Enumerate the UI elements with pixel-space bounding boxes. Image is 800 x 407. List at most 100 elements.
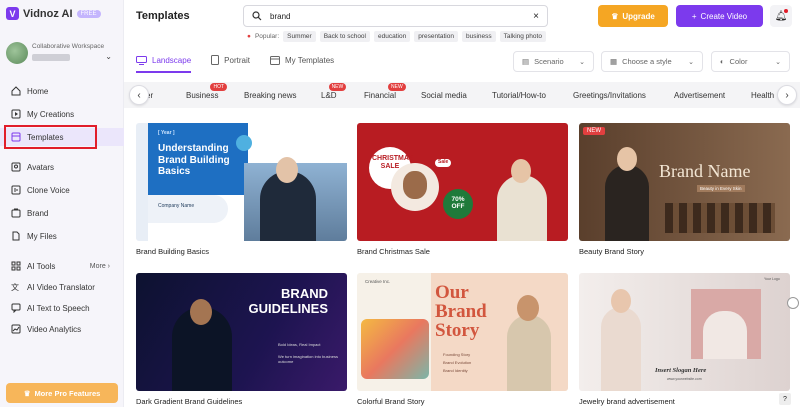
app-brand[interactable]: V Vidnoz AI FREE — [6, 7, 101, 20]
chevron-down-icon: ⌄ — [579, 58, 585, 66]
avatar-head — [517, 295, 539, 321]
color-dropdown[interactable]: ◐ Color ⌄ — [711, 51, 790, 72]
style-icon: ▦ — [610, 57, 618, 66]
style-dropdown[interactable]: ▦ Choose a style ⌄ — [601, 51, 703, 72]
avatar-head — [276, 157, 298, 183]
template-thumbnail[interactable]: [ Year ] Understanding Brand Building Ba… — [136, 123, 347, 241]
template-thumbnail[interactable]: Your Logo Insert Slogan Here www.yourweb… — [579, 273, 790, 391]
template-thumbnail[interactable]: CHRISTMAS SALE Sale 70% OFF — [357, 123, 568, 241]
new-badge: NEW — [388, 83, 406, 91]
workspace-switcher[interactable]: Collaborative Workspace ⌄ — [6, 42, 118, 68]
sidebar-item-ai-text-to-speech[interactable]: AI Text to Speech — [0, 299, 124, 317]
folder-icon — [269, 55, 280, 65]
notification-dot — [784, 9, 788, 13]
thumb-subtitle: www.yourwebsite.com — [667, 377, 702, 381]
sidebar-item-my-creations[interactable]: My Creations — [0, 105, 124, 123]
sidebar-item-label: Clone Voice — [27, 185, 70, 195]
search-input[interactable]: brand × — [243, 5, 548, 27]
category-item[interactable]: Business HOT — [186, 83, 228, 100]
avatar-head — [511, 159, 531, 183]
clear-search-icon[interactable]: × — [533, 11, 539, 22]
popular-tag[interactable]: Summer — [283, 31, 316, 42]
help-button[interactable]: ? — [779, 393, 791, 405]
category-item[interactable]: L&D NEW — [321, 83, 347, 100]
sidebar-item-avatars[interactable]: Avatars — [0, 158, 124, 176]
category-item[interactable]: Tutorial/How-to — [492, 91, 546, 100]
pro-label: More Pro Features — [34, 388, 101, 398]
category-scroll-right-button[interactable]: › — [777, 85, 797, 105]
sidebar-item-label: My Files — [27, 231, 57, 241]
template-caption: Dark Gradient Brand Guidelines — [136, 397, 243, 406]
sidebar-item-my-files[interactable]: My Files — [0, 227, 124, 245]
landscape-icon — [136, 55, 147, 65]
template-thumbnail[interactable]: Creative Inc. Our Brand Story Founding S… — [357, 273, 568, 391]
sidebar-item-video-analytics[interactable]: Video Analytics — [0, 320, 124, 338]
category-scroll-left-button[interactable]: ‹ — [129, 85, 149, 105]
popular-tag[interactable]: Back to school — [319, 31, 370, 42]
sidebar: V Vidnoz AI FREE Collaborative Workspace… — [0, 0, 124, 407]
template-thumbnail[interactable]: NEW Brand Name Beauty in Every Skin — [579, 123, 790, 241]
create-video-label: Create Video — [700, 11, 748, 21]
side-panel-toggle[interactable] — [787, 297, 799, 309]
category-item[interactable]: Health — [751, 91, 774, 100]
template-card[interactable]: BRAND GUIDELINES Bold Ideas, Real Impact… — [136, 273, 347, 406]
category-item[interactable]: Advertisement — [674, 91, 725, 100]
hot-badge: HOT — [210, 83, 228, 91]
plan-badge: FREE — [76, 9, 101, 18]
template-card[interactable]: Your Logo Insert Slogan Here www.yourweb… — [579, 273, 790, 406]
category-item[interactable]: Greetings/Invitations — [573, 91, 646, 100]
more-pro-features-button[interactable]: ♛ More Pro Features — [6, 383, 118, 403]
template-card[interactable]: Creative Inc. Our Brand Story Founding S… — [357, 273, 568, 406]
template-card[interactable]: [ Year ] Understanding Brand Building Ba… — [136, 123, 347, 256]
popular-tag[interactable]: presentation — [414, 31, 458, 42]
category-item[interactable]: Breaking news — [244, 91, 296, 100]
dropdown-label: Color — [729, 57, 748, 66]
play-box-icon — [11, 109, 21, 119]
notifications-button[interactable]: 🔔︎ — [770, 5, 792, 27]
tab-my-templates[interactable]: My Templates — [269, 50, 334, 70]
template-caption: Brand Christmas Sale — [357, 247, 430, 256]
create-video-button[interactable]: + Create Video — [676, 5, 763, 27]
orientation-tabs: Landscape Portrait My Templates — [136, 50, 334, 73]
thumb-body: We turn imagination into business outcom… — [278, 354, 338, 364]
portrait-icon — [211, 55, 220, 65]
chevron-right-icon: › — [785, 89, 789, 101]
template-thumbnail[interactable]: BRAND GUIDELINES Bold Ideas, Real Impact… — [136, 273, 347, 391]
file-icon — [11, 231, 21, 241]
side-strip — [136, 123, 148, 241]
dropdown-label: Choose a style — [622, 57, 672, 66]
category-item[interactable]: Social media — [421, 91, 467, 100]
chevron-down-icon: ⌄ — [775, 58, 781, 66]
category-label: Greetings/Invitations — [573, 91, 646, 100]
upgrade-button[interactable]: ♛ Upgrade — [598, 5, 668, 27]
avatar-head — [617, 147, 637, 171]
sidebar-item-clone-voice[interactable]: Clone Voice — [0, 181, 124, 199]
avatar-presenter — [601, 307, 641, 391]
popular-tag[interactable]: Talking photo — [499, 31, 546, 42]
popular-label: Popular: — [254, 33, 280, 40]
avatar-head — [611, 289, 631, 313]
template-card[interactable]: NEW Brand Name Beauty in Every Skin Beau… — [579, 123, 790, 256]
teddy-bear-image — [403, 171, 427, 199]
svg-text:文: 文 — [11, 282, 19, 292]
sidebar-item-ai-tools[interactable]: AI Tools More › — [0, 257, 124, 275]
popular-tag[interactable]: education — [374, 31, 411, 42]
help-icon: ? — [783, 395, 787, 403]
template-card[interactable]: CHRISTMAS SALE Sale 70% OFF Brand Christ… — [357, 123, 568, 256]
sidebar-item-brand[interactable]: Brand — [0, 204, 124, 222]
thumb-logo: Creative Inc. — [365, 279, 391, 284]
scenario-dropdown[interactable]: ▤ Scenario ⌄ — [513, 51, 594, 72]
voice-icon — [11, 185, 21, 195]
sidebar-item-home[interactable]: Home — [0, 82, 124, 100]
analytics-icon — [11, 324, 21, 334]
tab-landscape[interactable]: Landscape — [136, 50, 192, 73]
tab-portrait[interactable]: Portrait — [211, 50, 250, 70]
sidebar-item-ai-video-translator[interactable]: 文 AI Video Translator — [0, 278, 124, 296]
sidebar-item-label: My Creations — [27, 109, 75, 119]
thumb-title: Insert Slogan Here — [655, 367, 707, 374]
app-name: Vidnoz AI — [23, 7, 73, 20]
popular-tag[interactable]: business — [461, 31, 496, 42]
search-value: brand — [270, 11, 291, 21]
ai-tools-more-link[interactable]: More › — [90, 263, 110, 270]
category-item[interactable]: Financial NEW — [364, 83, 406, 100]
